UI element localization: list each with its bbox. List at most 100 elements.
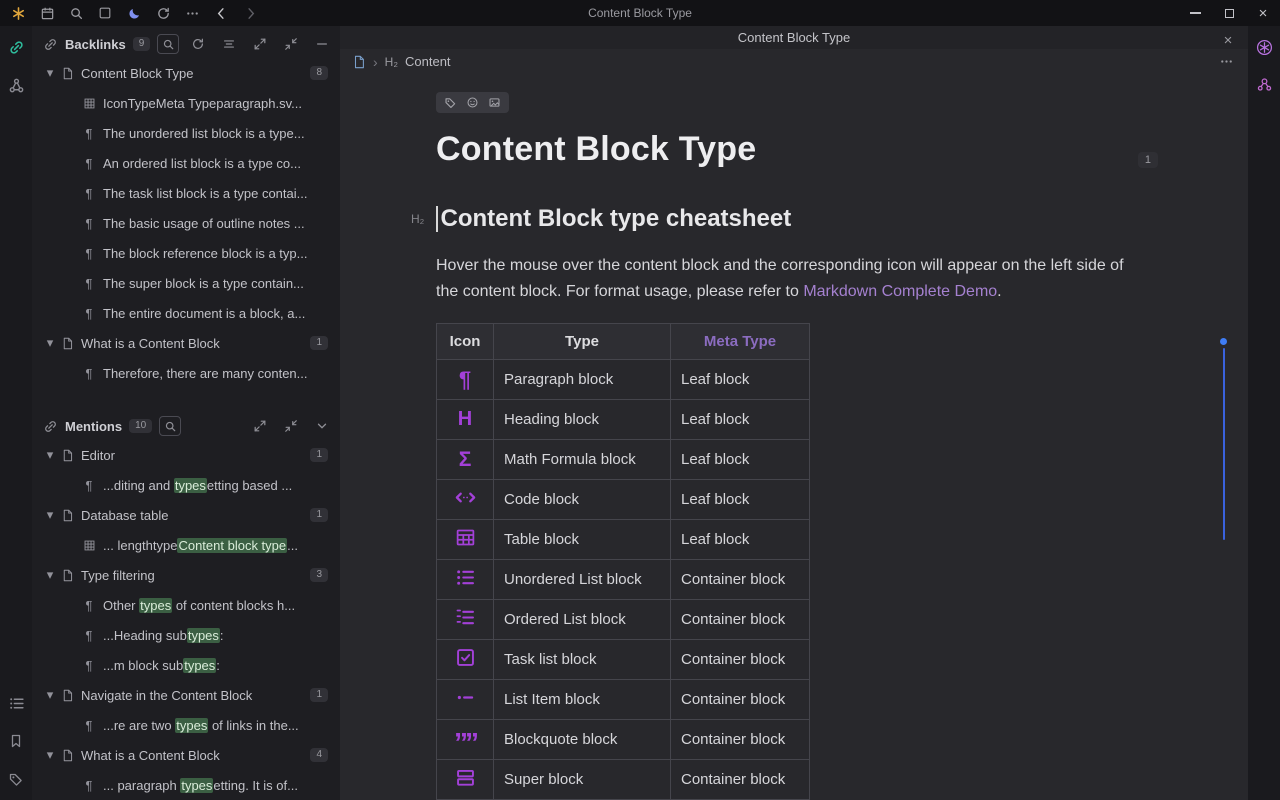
count-badge: 1 <box>310 448 328 462</box>
backlinks-block-row[interactable]: ¶Therefore, there are many conten... <box>32 358 340 388</box>
mentions-doc-row[interactable]: ▾Type filtering3 <box>32 560 340 590</box>
mentions-block-row[interactable]: ¶...re are two types of links in the... <box>32 710 340 740</box>
document-icon[interactable] <box>352 55 366 69</box>
ulist-icon <box>455 567 476 588</box>
breadcrumb-heading-label[interactable]: Content <box>405 54 451 69</box>
table-row: List Item blockContainer block <box>437 680 810 720</box>
mentions-chevron-down-icon[interactable] <box>314 418 330 434</box>
icon-cell: ¶ <box>437 360 494 400</box>
backlinks-block-row[interactable]: ¶The basic usage of outline notes ... <box>32 208 340 238</box>
mentions-collapse-icon[interactable] <box>283 418 299 434</box>
doc-label: What is a Content Block <box>81 748 302 763</box>
mentions-doc-row[interactable]: ▾Navigate in the Content Block1 <box>32 680 340 710</box>
mentions-doc-row[interactable]: ▾What is a Content Block4 <box>32 740 340 770</box>
intro-paragraph[interactable]: Hover the mouse over the content block a… <box>436 253 1138 305</box>
scrollbar-thumb[interactable] <box>1223 348 1225 540</box>
scroll-indicator-dot[interactable] <box>1220 338 1227 345</box>
backlinks-block-row[interactable]: ¶The entire document is a block, a... <box>32 298 340 328</box>
block-text: ... paragraph typesetting. It is of... <box>103 778 320 793</box>
content-block-table[interactable]: IconTypeMeta Type ¶Paragraph blockLeaf b… <box>436 323 810 800</box>
block-text: An ordered list block is a type co... <box>103 156 320 171</box>
mentions-block-row[interactable]: ¶...m block subtypes: <box>32 650 340 680</box>
backlinks-block-row[interactable]: ¶The unordered list block is a type... <box>32 118 340 148</box>
type-cell: Task list block <box>494 640 671 680</box>
backlinks-title: Backlinks <box>65 37 126 52</box>
mentions-count-badge: 10 <box>129 419 152 433</box>
olist-icon <box>455 607 476 628</box>
add-tag-icon[interactable] <box>444 96 457 109</box>
close-button[interactable]: × <box>1246 0 1280 26</box>
text-caret <box>436 206 438 232</box>
search-highlight: types <box>175 718 208 733</box>
type-cell: Code block <box>494 480 671 520</box>
chevron-down-icon: ▾ <box>42 687 58 703</box>
graph-panel-icon[interactable] <box>7 76 25 94</box>
h2-heading-text[interactable]: Content Block type cheatsheet <box>441 205 792 233</box>
mentions-doc-row[interactable]: ▾Database table1 <box>32 500 340 530</box>
mentions-expand-icon[interactable] <box>252 418 268 434</box>
theme-moon-icon[interactable] <box>126 5 142 21</box>
app-logo-icon[interactable] <box>10 5 26 21</box>
flower-plugin-icon[interactable] <box>1255 38 1273 56</box>
search-highlight: types <box>183 658 216 673</box>
global-search-icon[interactable] <box>68 5 84 21</box>
backlinks-doc-row[interactable]: ▾Content Block Type8 <box>32 58 340 88</box>
mentions-block-row[interactable]: ¶...Heading subtypes: <box>32 620 340 650</box>
chevron-down-icon: ▾ <box>42 567 58 583</box>
backlinks-expand-icon[interactable] <box>252 36 268 52</box>
minimize-button[interactable] <box>1178 0 1212 26</box>
doc-label: Editor <box>81 448 302 463</box>
mentions-block-row[interactable]: ¶Other types of content blocks h... <box>32 590 340 620</box>
mentions-block-row[interactable]: ¶...diting and typesetting based ... <box>32 470 340 500</box>
backlinks-block-row[interactable]: ¶The super block is a type contain... <box>32 268 340 298</box>
mentions-doc-row[interactable]: ▾Editor1 <box>32 440 340 470</box>
markdown-demo-link[interactable]: Markdown Complete Demo <box>803 283 997 300</box>
backlinks-block-row[interactable]: ¶The block reference block is a typ... <box>32 238 340 268</box>
backlinks-block-row[interactable]: IconTypeMeta Typeparagraph.sv... <box>32 88 340 118</box>
sidebar-toggle-icon[interactable] <box>97 5 113 21</box>
paragraph-icon: ¶ <box>80 186 98 201</box>
nav-back-icon[interactable] <box>213 5 229 21</box>
count-badge: 8 <box>310 66 328 80</box>
backlinks-filter-search-icon[interactable] <box>157 34 179 54</box>
backlinks-block-row[interactable]: ¶An ordered list block is a type co... <box>32 148 340 178</box>
sync-refresh-icon[interactable] <box>155 5 171 21</box>
table-row: HHeading blockLeaf block <box>437 400 810 440</box>
nav-forward-icon[interactable] <box>242 5 258 21</box>
add-cover-image-icon[interactable] <box>488 96 501 109</box>
chevron-down-icon: ▾ <box>42 335 58 351</box>
maximize-button[interactable] <box>1212 0 1246 26</box>
superblock-icon <box>455 767 476 788</box>
code-icon <box>454 486 477 509</box>
editor-content[interactable]: Content Block Type 1 H₂ Content Block ty… <box>340 74 1248 800</box>
add-emoji-icon[interactable] <box>466 96 479 109</box>
more-menu-icon[interactable] <box>184 5 200 21</box>
h2-heading-block[interactable]: H₂ Content Block type cheatsheet <box>436 203 1248 235</box>
tab-content-block-type[interactable]: Content Block Type <box>738 30 851 45</box>
doc-icon <box>58 689 76 702</box>
backlinks-sidebar: Backlinks 9 ▾Content Block Type8IconType… <box>32 26 340 800</box>
bookmark-panel-icon[interactable] <box>7 732 25 750</box>
block-text: The basic usage of outline notes ... <box>103 216 320 231</box>
backlinks-refresh-icon[interactable] <box>190 36 206 52</box>
backlinks-sort-icon[interactable] <box>221 36 237 52</box>
page-title[interactable]: Content Block Type <box>436 130 1248 169</box>
paragraph-icon: ¶ <box>80 778 98 793</box>
backlinks-collapse-icon[interactable] <box>283 36 299 52</box>
backlinks-block-row[interactable]: ¶The task list block is a type contai... <box>32 178 340 208</box>
backlinks-panel-icon[interactable] <box>7 38 25 56</box>
tag-panel-icon[interactable] <box>7 770 25 788</box>
backlinks-minimize-icon[interactable] <box>314 36 330 52</box>
backlinks-doc-row[interactable]: ▾What is a Content Block1 <box>32 328 340 358</box>
mentions-filter-search-icon[interactable] <box>159 416 181 436</box>
mentions-block-row[interactable]: ... lengthtypeContent block type... <box>32 530 340 560</box>
breadcrumb-more-icon[interactable] <box>1219 54 1234 69</box>
doc-icon <box>58 337 76 350</box>
graph-plugin-icon[interactable] <box>1255 75 1273 93</box>
daily-note-calendar-icon[interactable] <box>39 5 55 21</box>
meta-type-cell: Leaf block <box>671 360 810 400</box>
doc-ref-count-badge[interactable]: 1 <box>1138 152 1158 168</box>
outline-panel-icon[interactable] <box>7 694 25 712</box>
type-cell: Heading block <box>494 400 671 440</box>
mentions-block-row[interactable]: ¶ ... paragraph typesetting. It is of... <box>32 770 340 800</box>
